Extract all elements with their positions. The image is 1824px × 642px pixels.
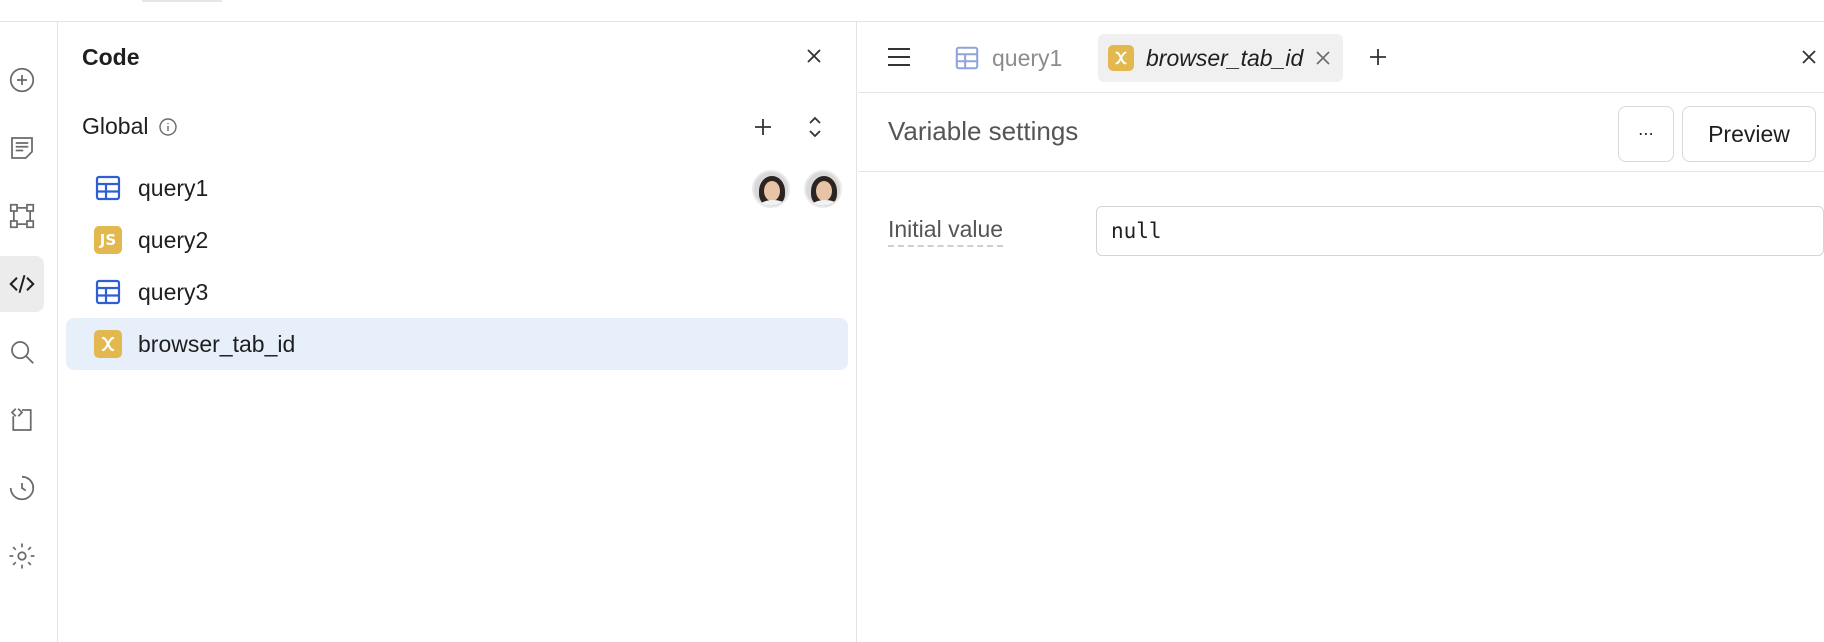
group-label: Global bbox=[82, 113, 149, 139]
panel-title: Code bbox=[82, 44, 140, 70]
initial-value-input[interactable]: null bbox=[1096, 206, 1824, 256]
variable-icon bbox=[1108, 45, 1134, 71]
search-icon[interactable] bbox=[0, 324, 44, 380]
avatar[interactable] bbox=[804, 170, 842, 208]
query-list: query1 JS query2 query3 browser_tab_id bbox=[66, 162, 848, 370]
top-bar bbox=[0, 0, 1824, 22]
table-icon bbox=[94, 174, 122, 202]
editor-tab-bar: query1 browser_tab_id bbox=[858, 22, 1824, 93]
tab-label: query1 bbox=[992, 44, 1063, 71]
close-editor-icon[interactable] bbox=[1794, 42, 1824, 72]
code-file-icon[interactable] bbox=[0, 392, 44, 448]
editor-panel: query1 browser_tab_id Variable settings … bbox=[858, 22, 1824, 642]
code-icon[interactable] bbox=[0, 256, 44, 312]
table-icon bbox=[954, 45, 980, 71]
list-item[interactable]: JS query2 bbox=[66, 214, 848, 266]
list-item[interactable]: browser_tab_id bbox=[66, 318, 848, 370]
close-icon[interactable] bbox=[800, 42, 828, 70]
table-icon bbox=[94, 278, 122, 306]
history-icon[interactable] bbox=[0, 460, 44, 516]
list-item-label: query2 bbox=[138, 226, 209, 253]
avatar[interactable] bbox=[752, 170, 790, 208]
js-icon: JS bbox=[94, 226, 122, 254]
tab-label: browser_tab_id bbox=[1146, 44, 1304, 71]
info-icon[interactable] bbox=[158, 117, 178, 137]
tab-browser-tab-id[interactable]: browser_tab_id bbox=[1098, 34, 1344, 82]
list-item-label: query1 bbox=[138, 174, 209, 201]
settings-gear-icon[interactable] bbox=[0, 528, 44, 584]
preview-button[interactable]: Preview bbox=[1682, 106, 1816, 162]
add-query-button[interactable] bbox=[748, 112, 778, 142]
icon-rail bbox=[0, 22, 58, 642]
list-item-label: browser_tab_id bbox=[138, 330, 296, 357]
list-item[interactable]: query3 bbox=[66, 266, 848, 318]
pages-icon[interactable] bbox=[0, 120, 44, 176]
list-item[interactable]: query1 bbox=[66, 162, 848, 214]
top-tab-stub bbox=[142, 0, 222, 2]
tab-query1[interactable]: query1 bbox=[944, 34, 1072, 82]
settings-title: Variable settings bbox=[888, 116, 1079, 146]
settings-header: Variable settings ⋯ Preview bbox=[858, 94, 1824, 172]
more-options-button[interactable]: ⋯ bbox=[1618, 106, 1674, 162]
add-icon[interactable] bbox=[0, 52, 44, 108]
variable-icon bbox=[94, 330, 122, 358]
close-tab-icon[interactable] bbox=[1313, 48, 1333, 68]
list-item-label: query3 bbox=[138, 278, 209, 305]
components-icon[interactable] bbox=[0, 188, 44, 244]
group-header: Global bbox=[82, 113, 178, 140]
add-tab-button[interactable] bbox=[1363, 42, 1393, 72]
code-panel: Code Global query1 JS query2 query3 brow… bbox=[58, 22, 857, 642]
menu-icon[interactable] bbox=[884, 42, 914, 72]
initial-value-label: Initial value bbox=[888, 216, 1004, 247]
avatar-group bbox=[752, 170, 842, 208]
expand-collapse-icon[interactable] bbox=[800, 112, 830, 142]
